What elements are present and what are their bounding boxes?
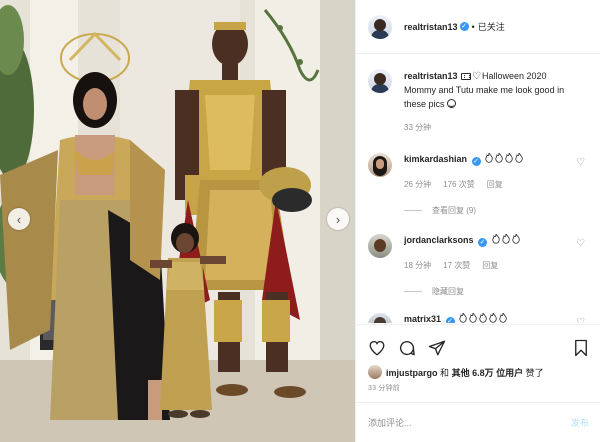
comment-username[interactable]: matrix31 xyxy=(404,314,441,323)
comments-list[interactable]: realtristan13 ♡Halloween 2020 Mommy and … xyxy=(356,55,600,323)
comment-item: kimkardashian ✓ 26 分钟 176 次赞 回复 ♡ xyxy=(368,153,589,191)
reply-button[interactable]: 回复 xyxy=(487,179,503,191)
post-actions: imjustpargo 和 其他 6.8万 位用户 赞了 33 分钟前 发布 xyxy=(356,324,600,442)
fire-emoji-icon xyxy=(487,313,497,323)
comment-time: 18 分钟 xyxy=(404,261,432,270)
comment-like-heart-icon[interactable]: ♡ xyxy=(576,238,585,249)
avatar[interactable] xyxy=(368,14,392,39)
add-comment-bar: 发布 xyxy=(356,402,600,442)
comment-button[interactable] xyxy=(397,338,417,358)
fire-emoji-icon xyxy=(483,153,493,164)
liker-username[interactable]: imjustpargo xyxy=(386,368,438,378)
smile-emoji-icon xyxy=(447,99,457,108)
following-button[interactable]: 已关注 xyxy=(478,20,505,33)
avatar[interactable] xyxy=(368,234,392,258)
fire-emoji-icon xyxy=(513,153,523,164)
comment-like-heart-icon[interactable]: ♡ xyxy=(576,157,585,168)
fire-emoji-icon xyxy=(493,153,503,164)
comment-item: jordanclarksons ✓ 18 分钟 17 次赞 回复 ♡ xyxy=(368,234,589,272)
verified-badge-icon: ✓ xyxy=(445,317,455,323)
verified-badge-icon: ✓ xyxy=(459,22,469,31)
likes-conjunction: 和 xyxy=(440,367,450,378)
comment-bubble-icon xyxy=(399,341,415,356)
hide-replies-label: 隐藏回复 xyxy=(432,287,464,296)
view-replies-button[interactable]: 查看回复 (9) xyxy=(404,205,589,216)
post-side-panel: realtristan13 ✓ • 已关注 realtristan13 ♡Hal… xyxy=(355,0,600,442)
hide-replies-button[interactable]: 隐藏回复 xyxy=(404,286,589,297)
replies-divider xyxy=(404,210,422,211)
replies-divider xyxy=(404,291,422,292)
caption-title: Halloween 2020 xyxy=(482,71,547,81)
likes-suffix: 赞了 xyxy=(525,367,544,378)
bookmark-icon xyxy=(575,339,587,357)
like-button[interactable] xyxy=(367,338,387,358)
fire-emoji-icon xyxy=(497,313,507,323)
reply-button[interactable]: 回复 xyxy=(482,260,498,272)
comment-username[interactable]: kimkardashian xyxy=(404,154,467,164)
likes-summary: imjustpargo 和 其他 6.8万 位用户 赞了 xyxy=(356,361,600,379)
halloween-costume-photo xyxy=(0,0,355,442)
fire-emoji-icon xyxy=(500,234,510,245)
chevron-left-icon: ‹ xyxy=(16,211,22,227)
view-replies-label: 查看回复 (9) xyxy=(432,206,476,215)
separator-dot: • xyxy=(471,21,475,32)
comment-likes[interactable]: 17 次赞 xyxy=(443,260,470,272)
caption: realtristan13 ♡Halloween 2020 Mommy and … xyxy=(368,69,589,135)
fire-emoji-icon xyxy=(490,234,500,245)
caption-username[interactable]: realtristan13 xyxy=(404,71,458,81)
save-button[interactable] xyxy=(571,338,591,358)
paper-plane-icon xyxy=(428,340,446,356)
post-comment-button[interactable]: 发布 xyxy=(571,416,589,429)
share-button[interactable] xyxy=(427,338,447,358)
avatar[interactable] xyxy=(368,313,392,323)
caption-text: Mommy and Tutu make me look good in thes… xyxy=(404,85,565,109)
verified-badge-icon: ✓ xyxy=(478,238,488,247)
chevron-right-icon: › xyxy=(335,211,341,227)
comment-likes[interactable]: 176 次赞 xyxy=(443,179,475,191)
caption-time: 33 分钟 xyxy=(404,123,432,132)
fire-emoji-icon xyxy=(503,153,513,164)
comment-like-heart-icon[interactable]: ♡ xyxy=(576,317,585,323)
post-photo[interactable]: ‹ › xyxy=(0,0,355,442)
comment-input[interactable] xyxy=(368,417,571,428)
heart-icon xyxy=(369,340,385,356)
carousel-next-button[interactable]: › xyxy=(327,208,349,230)
carousel-prev-button[interactable]: ‹ xyxy=(8,208,30,230)
fire-emoji-icon xyxy=(457,313,467,323)
header-username[interactable]: realtristan13 xyxy=(404,22,458,32)
fire-emoji-icon xyxy=(477,313,487,323)
avatar[interactable] xyxy=(368,153,392,177)
fire-emoji-icon xyxy=(467,313,477,323)
film-icon xyxy=(461,73,472,80)
verified-badge-icon: ✓ xyxy=(471,157,481,166)
comment-item: matrix31 ✓ ♡ xyxy=(368,313,589,323)
avatar[interactable] xyxy=(368,69,392,93)
likes-others-link[interactable]: 其他 6.8万 位用户 xyxy=(452,368,524,378)
avatar[interactable] xyxy=(368,365,382,379)
heart-emoji-icon: ♡ xyxy=(472,71,482,82)
comment-time: 26 分钟 xyxy=(404,180,432,189)
comment-username[interactable]: jordanclarksons xyxy=(404,235,474,245)
fire-emoji-icon xyxy=(510,234,520,245)
post-timestamp: 33 分钟前 xyxy=(368,385,400,392)
post-header: realtristan13 ✓ • 已关注 xyxy=(356,0,600,54)
